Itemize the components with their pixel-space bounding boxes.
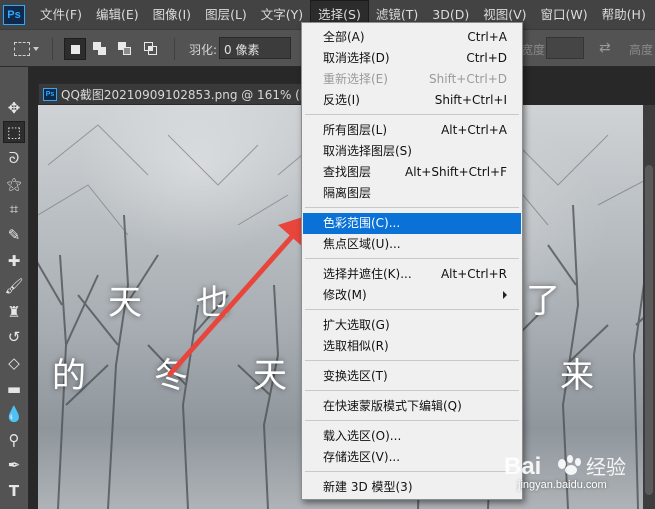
menu-item-load-selection[interactable]: 载入选区(O)... — [303, 426, 521, 447]
paw-icon — [558, 455, 581, 475]
rectangular-marquee-preset-icon[interactable] — [14, 42, 30, 56]
menu-window[interactable]: 窗口(W) — [534, 0, 595, 29]
divider — [174, 38, 175, 60]
tools-panel: ✥ ⬚ ᘐ ⚝ ⌗ ✎ ✚ 🖌 ♜ ↺ ◇ ▬ 💧 ⚲ ✒ T — [0, 67, 29, 509]
healing-brush-tool-icon[interactable]: ✚ — [3, 250, 25, 272]
menu-item-grow[interactable]: 扩大选取(G) — [303, 315, 521, 336]
select-menu-dropdown: 全部(A) Ctrl+A 取消选择(D) Ctrl+D 重新选择(E) Shift+C… — [301, 22, 523, 500]
swap-icon[interactable]: ⇄ — [599, 40, 611, 56]
menu-item-isolate-layers[interactable]: 隔离图层 — [303, 183, 521, 204]
watermark-brand-2: 经验 — [586, 455, 626, 479]
watermark-url: jingyan.baidu.com — [518, 479, 607, 491]
menu-help[interactable]: 帮助(H) — [595, 0, 653, 29]
overlay-text-char: 了 — [526, 281, 560, 321]
chevron-down-icon[interactable] — [33, 47, 39, 51]
submenu-arrow-icon — [503, 291, 507, 299]
type-tool-icon[interactable]: T — [3, 480, 25, 502]
overlay-text-char: 天 — [253, 356, 287, 396]
menu-edit[interactable]: 编辑(E) — [89, 0, 146, 29]
menu-item-select-and-mask[interactable]: 选择并遮住(K)... Alt+Ctrl+R — [303, 264, 521, 285]
height-label: 高度 — [629, 43, 654, 57]
menu-item-modify[interactable]: 修改(M) — [303, 285, 521, 306]
overlay-text-char: 的 — [52, 356, 86, 396]
menu-separator — [305, 207, 519, 208]
menu-separator — [305, 114, 519, 115]
menu-separator — [305, 360, 519, 361]
menu-item-quick-mask[interactable]: 在快速蒙版模式下编辑(Q) — [303, 396, 521, 417]
crop-tool-icon[interactable]: ⌗ — [3, 198, 25, 220]
subtract-from-selection-button[interactable] — [114, 38, 136, 60]
menu-item-deselect-layers[interactable]: 取消选择图层(S) — [303, 141, 521, 162]
move-tool-icon[interactable]: ✥ — [3, 97, 25, 119]
eyedropper-tool-icon[interactable]: ✎ — [3, 224, 25, 246]
menu-item-find-layers[interactable]: 查找图层 Alt+Shift+Ctrl+F — [303, 162, 521, 183]
menu-separator — [305, 390, 519, 391]
menu-item-inverse[interactable]: 反选(I) Shift+Ctrl+I — [303, 90, 521, 111]
baidu-jingyan-watermark: Bai 经验 — [504, 453, 626, 480]
pen-tool-icon[interactable]: ✒ — [3, 454, 25, 476]
magic-wand-tool-icon[interactable]: ⚝ — [3, 173, 25, 195]
lasso-tool-icon[interactable]: ᘐ — [3, 147, 25, 169]
clone-stamp-tool-icon[interactable]: ♜ — [3, 301, 25, 323]
blur-tool-icon[interactable]: 💧 — [3, 403, 25, 425]
gradient-tool-icon[interactable]: ▬ — [3, 378, 25, 400]
menu-item-similar[interactable]: 选取相似(R) — [303, 336, 521, 357]
psd-file-icon: Ps — [43, 87, 57, 101]
history-brush-tool-icon[interactable]: ↺ — [3, 326, 25, 348]
overlay-text-char: 冬 — [154, 356, 188, 396]
menu-item-transform-selection[interactable]: 变换选区(T) — [303, 366, 521, 387]
menu-item-save-selection[interactable]: 存储选区(V)... — [303, 447, 521, 468]
dodge-tool-icon[interactable]: ⚲ — [3, 429, 25, 451]
menu-file[interactable]: 文件(F) — [33, 0, 89, 29]
scrollbar-thumb[interactable] — [645, 165, 653, 495]
add-to-selection-button[interactable] — [89, 38, 111, 60]
menu-separator — [305, 471, 519, 472]
brush-tool-icon[interactable]: 🖌 — [3, 275, 25, 297]
watermark-brand: Bai — [504, 453, 541, 480]
menu-image[interactable]: 图像(I) — [146, 0, 198, 29]
menu-item-new-3d-model[interactable]: 新建 3D 模型(3) — [303, 477, 521, 498]
overlay-text-char: 天 — [108, 283, 142, 323]
width-input[interactable] — [546, 37, 584, 59]
overlay-text-char: 也 — [196, 283, 230, 323]
width-label: 宽度: — [521, 43, 550, 57]
menu-item-reselect: 重新选择(E) Shift+Ctrl+D — [323, 72, 507, 86]
overlay-text-char: 来 — [560, 356, 594, 396]
feather-input[interactable]: 0 像素 — [219, 37, 291, 59]
feather-label: 羽化: — [189, 43, 218, 57]
menu-item-deselect[interactable]: 取消选择(D) Ctrl+D — [303, 48, 521, 69]
menu-layer[interactable]: 图层(L) — [198, 0, 254, 29]
menu-item-color-range[interactable]: 色彩范围(C)... — [303, 213, 521, 234]
marquee-tool-icon[interactable]: ⬚ — [3, 121, 25, 143]
new-selection-button[interactable] — [64, 38, 86, 60]
menu-separator — [305, 309, 519, 310]
document-tab[interactable]: Ps QQ截图20210909102853.png @ 161% (图层 — [38, 83, 302, 105]
menu-separator — [305, 420, 519, 421]
document-title: QQ截图20210909102853.png @ 161% (图层 — [61, 87, 302, 102]
menu-separator — [305, 258, 519, 259]
photoshop-logo-icon: Ps — [3, 4, 25, 25]
menu-item-all-layers[interactable]: 所有图层(L) Alt+Ctrl+A — [303, 120, 521, 141]
menu-item-select-all[interactable]: 全部(A) Ctrl+A — [303, 27, 521, 48]
divider — [52, 38, 53, 60]
menu-item-focus-area[interactable]: 焦点区域(U)... — [303, 234, 521, 255]
eraser-tool-icon[interactable]: ◇ — [3, 352, 25, 374]
intersect-selection-button[interactable] — [140, 38, 162, 60]
